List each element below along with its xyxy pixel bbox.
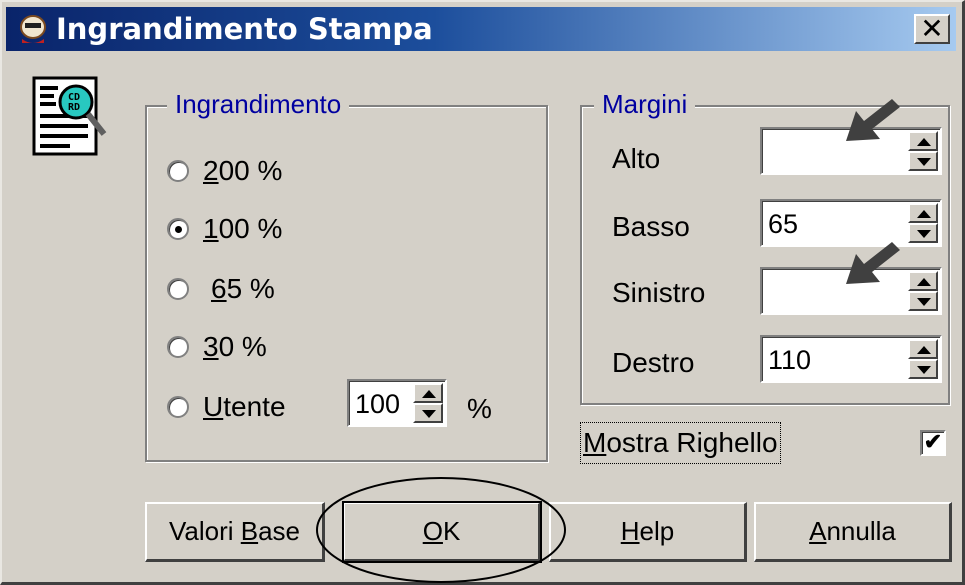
radio-65-label: 65 % xyxy=(211,273,275,304)
margin-right-label: Destro xyxy=(612,347,695,378)
user-zoom-value[interactable]: 100 xyxy=(355,389,400,420)
margin-right-spinner[interactable]: 110 xyxy=(760,335,942,383)
close-button[interactable]: ✕ xyxy=(914,14,950,44)
radio-200-label: 200 % xyxy=(203,155,283,186)
margin-right-down-button[interactable] xyxy=(908,359,938,379)
margin-top-up-button[interactable] xyxy=(908,131,938,151)
margin-left-label: Sinistro xyxy=(612,277,706,308)
arrow-up-icon xyxy=(917,138,931,146)
defaults-button[interactable]: Valori Base xyxy=(145,502,325,562)
user-zoom-spin-buttons xyxy=(413,383,443,423)
radio-65[interactable]: 65 % xyxy=(167,269,275,309)
annotation-arrow-icon xyxy=(846,99,900,141)
margins-legend: Margini xyxy=(594,89,696,120)
margin-top-label: Alto xyxy=(612,143,661,174)
radio-100-button[interactable] xyxy=(167,218,189,240)
margin-left-up-button[interactable] xyxy=(908,271,938,291)
margin-left-spin-buttons xyxy=(908,271,938,311)
check-icon: ✔ xyxy=(923,429,943,454)
margin-bottom-up-button[interactable] xyxy=(908,203,938,223)
magnification-legend: Ingrandimento xyxy=(167,89,350,120)
arrow-down-icon xyxy=(917,298,931,306)
radio-200-button[interactable] xyxy=(167,160,189,182)
radio-30[interactable]: 30 % xyxy=(167,327,267,367)
close-icon: ✕ xyxy=(920,12,944,45)
show-ruler-label[interactable]: Mostra Righello xyxy=(580,422,781,464)
radio-user-button[interactable] xyxy=(167,396,189,418)
margin-right-value[interactable]: 110 xyxy=(768,345,811,376)
cancel-button[interactable]: Annulla xyxy=(754,502,952,562)
arrow-down-icon xyxy=(917,158,931,166)
radio-30-button[interactable] xyxy=(167,336,189,358)
svg-text:RD: RD xyxy=(68,102,80,113)
arrow-down-icon xyxy=(917,230,931,238)
radio-100-label: 100 % xyxy=(203,213,283,244)
user-zoom-down-button[interactable] xyxy=(413,403,443,423)
margin-bottom-spin-buttons xyxy=(908,203,938,243)
highlight-ellipse xyxy=(316,477,566,583)
radio-user-label: Utente xyxy=(203,391,286,422)
margin-left-down-button[interactable] xyxy=(908,291,938,311)
margin-right-up-button[interactable] xyxy=(908,339,938,359)
margin-bottom-label: Basso xyxy=(612,211,690,242)
title-bar[interactable]: Ingrandimento Stampa ✕ xyxy=(6,7,956,51)
margin-right-spin-buttons xyxy=(908,339,938,379)
margin-bottom-value[interactable]: 65 xyxy=(768,209,798,240)
annotation-arrow-icon xyxy=(846,242,900,284)
arrow-up-icon xyxy=(917,278,931,286)
arrow-down-icon xyxy=(422,410,436,418)
radio-30-label: 30 % xyxy=(203,331,267,362)
radio-200[interactable]: 200 % xyxy=(167,151,282,191)
magnification-group: Ingrandimento 200 % 100 % 65 % 30 % Uten… xyxy=(145,89,548,462)
margin-bottom-down-button[interactable] xyxy=(908,223,938,243)
margin-top-spin-buttons xyxy=(908,131,938,171)
show-ruler-checkbox[interactable]: ✔ xyxy=(920,430,946,456)
help-button[interactable]: Help xyxy=(549,502,747,562)
arrow-up-icon xyxy=(917,210,931,218)
arrow-up-icon xyxy=(917,346,931,354)
user-zoom-up-button[interactable] xyxy=(413,383,443,403)
margin-top-down-button[interactable] xyxy=(908,151,938,171)
user-zoom-spinner[interactable]: 100 xyxy=(347,379,447,427)
print-zoom-dialog: Ingrandimento Stampa ✕ CD RD Ingrandimen… xyxy=(0,0,965,585)
percent-sign: % xyxy=(467,393,492,424)
arrow-down-icon xyxy=(917,366,931,374)
app-icon xyxy=(20,15,46,43)
radio-100[interactable]: 100 % xyxy=(167,209,282,249)
radio-65-button[interactable] xyxy=(167,278,189,300)
print-preview-icon: CD RD xyxy=(32,76,107,156)
arrow-up-icon xyxy=(422,390,436,398)
radio-user[interactable]: Utente xyxy=(167,387,286,427)
window-title: Ingrandimento Stampa xyxy=(56,12,433,46)
